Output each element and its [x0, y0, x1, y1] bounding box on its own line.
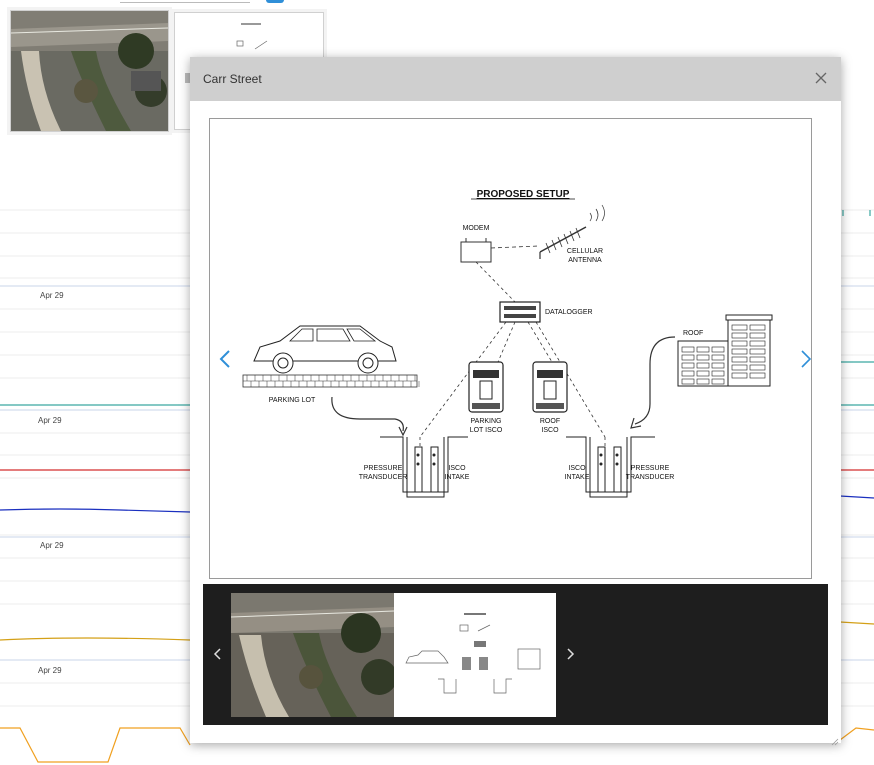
building-window — [696, 362, 710, 369]
building-window — [749, 324, 766, 331]
pressure-transducer-label: TRANSDUCER — [359, 474, 408, 481]
chart-date-label: Apr 29 — [38, 416, 62, 425]
building-window — [749, 372, 766, 379]
building-window — [711, 346, 725, 353]
pressure-transducer-label: TRANSDUCER — [626, 474, 675, 481]
building-window — [681, 362, 695, 369]
modem-label: MODEM — [463, 225, 490, 232]
pressure-transducer-label: PRESSURE — [631, 465, 670, 472]
strip-thumb-diagram[interactable] — [394, 593, 556, 717]
parking-lot-isco-label: LOT ISCO — [470, 427, 503, 434]
roof-isco-label: ROOF — [540, 418, 560, 425]
building-window — [731, 372, 748, 379]
building-window — [731, 340, 748, 347]
modem-icon — [460, 238, 492, 263]
parking-lot-isco-icon — [468, 361, 504, 413]
datalogger-icon — [499, 301, 541, 323]
chart-date-label: Apr 29 — [38, 666, 62, 675]
building-window — [681, 346, 695, 353]
building-window — [749, 332, 766, 339]
thumbnail-strip — [203, 584, 828, 725]
building-window — [749, 364, 766, 371]
building-window — [696, 378, 710, 385]
modal-header: Carr Street — [190, 57, 841, 101]
pressure-transducer-label: PRESSURE — [364, 465, 403, 472]
building-window — [731, 348, 748, 355]
building-window — [681, 370, 695, 377]
building-window — [696, 354, 710, 361]
isco-intake-label: ISCO — [448, 465, 466, 472]
datalogger-label: DATALOGGER — [545, 309, 593, 316]
diagram-thumbnail-image — [394, 593, 556, 717]
building-window — [711, 370, 725, 377]
image-viewer-modal: Carr Street PROPOSED SETUP MODEM CELLULA… — [190, 57, 841, 746]
main-image-viewer: PROPOSED SETUP MODEM CELLULAR ANTENNA DA… — [209, 118, 812, 579]
roof-label: ROOF — [683, 330, 703, 337]
roof-isco-label: ISCO — [541, 427, 559, 434]
close-icon[interactable] — [813, 70, 829, 86]
aerial-photo-image — [231, 593, 394, 717]
building-window — [731, 324, 748, 331]
cellular-antenna-label: CELLULAR — [567, 248, 603, 255]
isco-intake-label: INTAKE — [445, 474, 470, 481]
modal-title: Carr Street — [203, 72, 262, 86]
roof-isco-icon — [532, 361, 568, 413]
isco-intake-label: ISCO — [568, 465, 586, 472]
strip-thumb-aerial[interactable] — [231, 593, 394, 717]
building-window — [711, 354, 725, 361]
building-window — [711, 362, 725, 369]
building-window — [731, 356, 748, 363]
teal-series-marker — [842, 210, 871, 216]
building-window — [696, 346, 710, 353]
chevron-right-icon[interactable] — [565, 647, 575, 661]
parking-lot-label: PARKING LOT — [269, 397, 316, 404]
building-window — [749, 340, 766, 347]
isco-intake-label: INTAKE — [565, 474, 590, 481]
building-window — [681, 354, 695, 361]
building-window — [749, 348, 766, 355]
building-window — [696, 370, 710, 377]
chart-date-label: Apr 29 — [40, 541, 64, 550]
building-window — [749, 356, 766, 363]
proposed-setup-diagram: PROPOSED SETUP MODEM CELLULAR ANTENNA DA… — [242, 189, 773, 498]
parking-lot-isco-label: PARKING — [471, 418, 502, 425]
chevron-left-icon[interactable] — [218, 348, 232, 370]
building-window — [711, 378, 725, 385]
chart-date-label: Apr 29 — [40, 291, 64, 300]
building-window — [731, 364, 748, 371]
building-window — [681, 378, 695, 385]
cellular-antenna-label: ANTENNA — [568, 257, 602, 264]
resize-grip-icon[interactable] — [831, 733, 839, 746]
building-window — [731, 332, 748, 339]
diagram-title: PROPOSED SETUP — [477, 189, 570, 200]
chevron-right-icon[interactable] — [799, 348, 813, 370]
car-icon — [253, 325, 397, 374]
chevron-left-icon[interactable] — [213, 647, 223, 661]
